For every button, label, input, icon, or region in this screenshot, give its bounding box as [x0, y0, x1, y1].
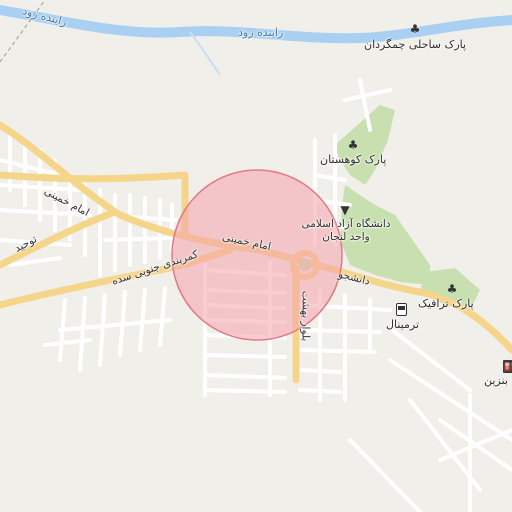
river-branch — [189, 31, 221, 76]
map-base-layer — [0, 0, 512, 512]
road-north-west — [0, 171, 189, 183]
graduation-cap-icon: ▼ — [340, 203, 350, 217]
fuel-pump-icon: ⛽ — [503, 360, 512, 373]
label-road-behesht: بلوار بهشت — [299, 290, 312, 342]
label-terminal[interactable]: ترمینال — [386, 318, 419, 331]
tree-icon: ♣ — [347, 138, 359, 152]
label-park-kouhestan[interactable]: پارک کوهستان — [320, 153, 386, 166]
bus-icon — [396, 303, 407, 316]
label-river-mid: زاینده رود — [238, 26, 284, 39]
label-park-traffic[interactable]: پارک ترافیک — [418, 297, 474, 310]
park-kouhestan-area — [335, 105, 395, 185]
tree-icon: ♣ — [446, 282, 458, 296]
tree-icon: ♣ — [409, 22, 421, 36]
label-park-chamgerdan[interactable]: پارک ساحلی چمگردان — [364, 38, 466, 51]
label-fuel[interactable]: بنزین — [484, 374, 508, 387]
map-canvas[interactable]: زاینده رود زاینده رود ♣ پارک ساحلی چمگرد… — [0, 0, 512, 512]
label-university[interactable]: دانشگاه آزاد اسلامی واحد لنجان — [296, 218, 396, 244]
